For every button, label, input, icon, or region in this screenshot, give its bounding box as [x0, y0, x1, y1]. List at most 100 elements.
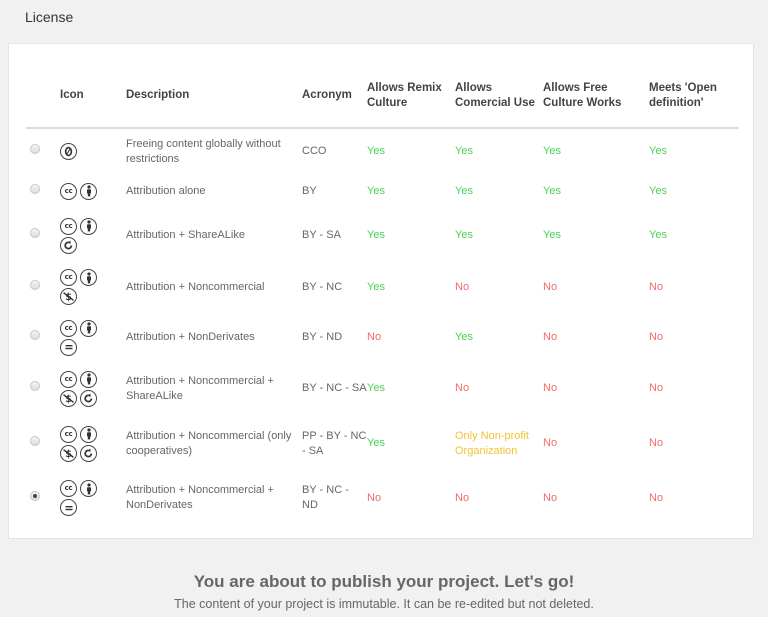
row-select-cell — [26, 364, 60, 413]
row-free-value: Yes — [543, 229, 561, 241]
row-acronym: BY - NC - ND — [302, 484, 349, 511]
row-remix-value: Yes — [367, 184, 385, 197]
license-row[interactable]: cc$ Attribution + Noncommercial + ShareAL… — [26, 364, 739, 413]
license-icons — [60, 143, 104, 160]
license-radio[interactable] — [30, 381, 40, 391]
license-row[interactable]: cc $ Attribution + Noncommercial BY - NC Yes… — [26, 263, 739, 311]
cc-icon: cc — [60, 425, 77, 443]
header-remix: Allows Remix Culture — [367, 64, 455, 129]
license-radio[interactable] — [30, 183, 40, 194]
header-description: Description — [126, 64, 302, 129]
license-radio[interactable] — [30, 330, 40, 340]
row-description: Attribution + Noncommercial + ShareALike — [126, 374, 274, 402]
row-open-value: Yes — [649, 145, 667, 157]
row-commercial-value: Yes — [455, 145, 473, 157]
license-row[interactable]: cc Attribution + Noncommercial + NonDeriv… — [26, 474, 739, 522]
row-open-value: Yes — [649, 184, 667, 197]
row-remix-value: No — [367, 331, 382, 343]
row-description: Attribution alone — [126, 184, 206, 197]
row-icon-cell: cc — [60, 311, 126, 364]
header-open: Meets 'Open definition' — [649, 64, 739, 129]
nd-icon — [60, 499, 77, 516]
license-row[interactable]: cc$ Attribution + Noncommercial (only coo… — [26, 413, 739, 474]
row-open-value: No — [649, 437, 664, 449]
row-free-value: No — [543, 382, 558, 394]
table-header-row: Icon Description Acronym Allows Remix Cu… — [26, 64, 739, 129]
row-description: Attribution + Noncommercial (only cooper… — [126, 429, 292, 457]
license-radio[interactable] — [30, 490, 40, 501]
row-free-value: Yes — [543, 184, 561, 197]
row-acronym: CCO — [302, 145, 327, 157]
row-select-cell — [26, 208, 60, 263]
license-radio[interactable] — [30, 228, 40, 238]
license-icons: cc — [60, 319, 104, 356]
row-commercial-value: No — [455, 280, 470, 293]
row-open-value: No — [649, 382, 664, 394]
license-icons: cc — [60, 182, 104, 200]
row-icon-cell: cc — [60, 474, 126, 522]
row-select-cell — [26, 413, 60, 474]
header-remix-label: Allows Remix Culture — [367, 81, 442, 109]
license-radio[interactable] — [30, 144, 40, 154]
by-icon — [80, 182, 97, 200]
cc-icon: cc — [60, 319, 77, 337]
license-icons: cc$ — [60, 370, 104, 407]
row-free-value: No — [543, 491, 558, 504]
sa-icon — [80, 389, 97, 407]
row-commercial-value: Only Non-profit Organization — [455, 429, 529, 457]
row-open-value: No — [649, 331, 664, 343]
row-description: Freeing content globally without restric… — [126, 137, 281, 165]
by-icon — [80, 217, 97, 235]
header-free-label: Allows Free Culture Works — [543, 81, 622, 109]
row-acronym: BY - SA — [302, 229, 341, 241]
row-acronym: BY - NC - SA — [302, 382, 367, 394]
row-remix-value: Yes — [367, 382, 385, 394]
row-commercial-value: Yes — [455, 184, 473, 197]
cc-icon: cc — [60, 217, 77, 235]
header-commercial: Allows Comercial Use — [455, 64, 543, 129]
license-row[interactable]: cc Attribution alone BY Yes Yes Yes Yes — [26, 174, 739, 208]
row-acronym: BY — [302, 184, 317, 197]
row-acronym: PP - BY - NC - SA — [302, 429, 367, 457]
row-icon-cell — [60, 128, 126, 174]
license-radio[interactable] — [30, 436, 40, 446]
section-title: License — [25, 9, 74, 25]
row-icon-cell: cc — [60, 174, 126, 208]
publish-subtitle: The content of your project is immutable… — [174, 597, 594, 611]
row-open-value: Yes — [649, 229, 667, 241]
header-open-label: Meets 'Open definition' — [649, 81, 717, 109]
row-free-value: No — [543, 280, 558, 293]
row-free-value: Yes — [543, 145, 561, 157]
row-free-value: No — [543, 437, 558, 449]
license-table: Icon Description Acronym Allows Remix Cu… — [26, 64, 739, 522]
row-select-cell — [26, 174, 60, 208]
license-row[interactable]: Freeing content globally without restric… — [26, 128, 739, 174]
nc-icon: $ — [60, 389, 77, 407]
row-icon-cell: cc$ — [60, 364, 126, 413]
row-icon-cell: cc$ — [60, 263, 126, 311]
row-commercial-value: Yes — [455, 229, 473, 241]
row-remix-value: Yes — [367, 229, 385, 241]
nd-icon — [60, 338, 77, 356]
sa-icon — [80, 444, 97, 462]
header-acronym: Acronym — [302, 64, 367, 129]
license-radio[interactable] — [30, 279, 40, 290]
row-description: Attribution + NonDerivates — [126, 331, 255, 343]
row-open-value: No — [649, 280, 664, 293]
row-description: Attribution + Noncommercial + NonDerivat… — [126, 484, 274, 511]
license-row[interactable]: cc Attribution + ShareALike BY - SA Yes Yes Y… — [26, 208, 739, 263]
row-select-cell — [26, 474, 60, 522]
license-icons: cc — [60, 217, 104, 254]
header-icon: Icon — [60, 64, 126, 129]
cc-icon: cc — [60, 182, 77, 200]
publish-title: You are about to publish your project. L… — [193, 572, 575, 591]
by-icon — [80, 370, 97, 388]
row-commercial-value: Yes — [455, 331, 473, 343]
header-free: Allows Free Culture Works — [543, 64, 649, 129]
row-description: Attribution + ShareALike — [126, 229, 245, 241]
row-remix-value: Yes — [367, 280, 385, 293]
row-icon-cell: cc — [60, 208, 126, 263]
license-row[interactable]: cc Attribution + NonDerivates BY - ND No Yes… — [26, 311, 739, 364]
by-icon — [80, 425, 97, 443]
row-icon-cell: cc$ — [60, 413, 126, 474]
